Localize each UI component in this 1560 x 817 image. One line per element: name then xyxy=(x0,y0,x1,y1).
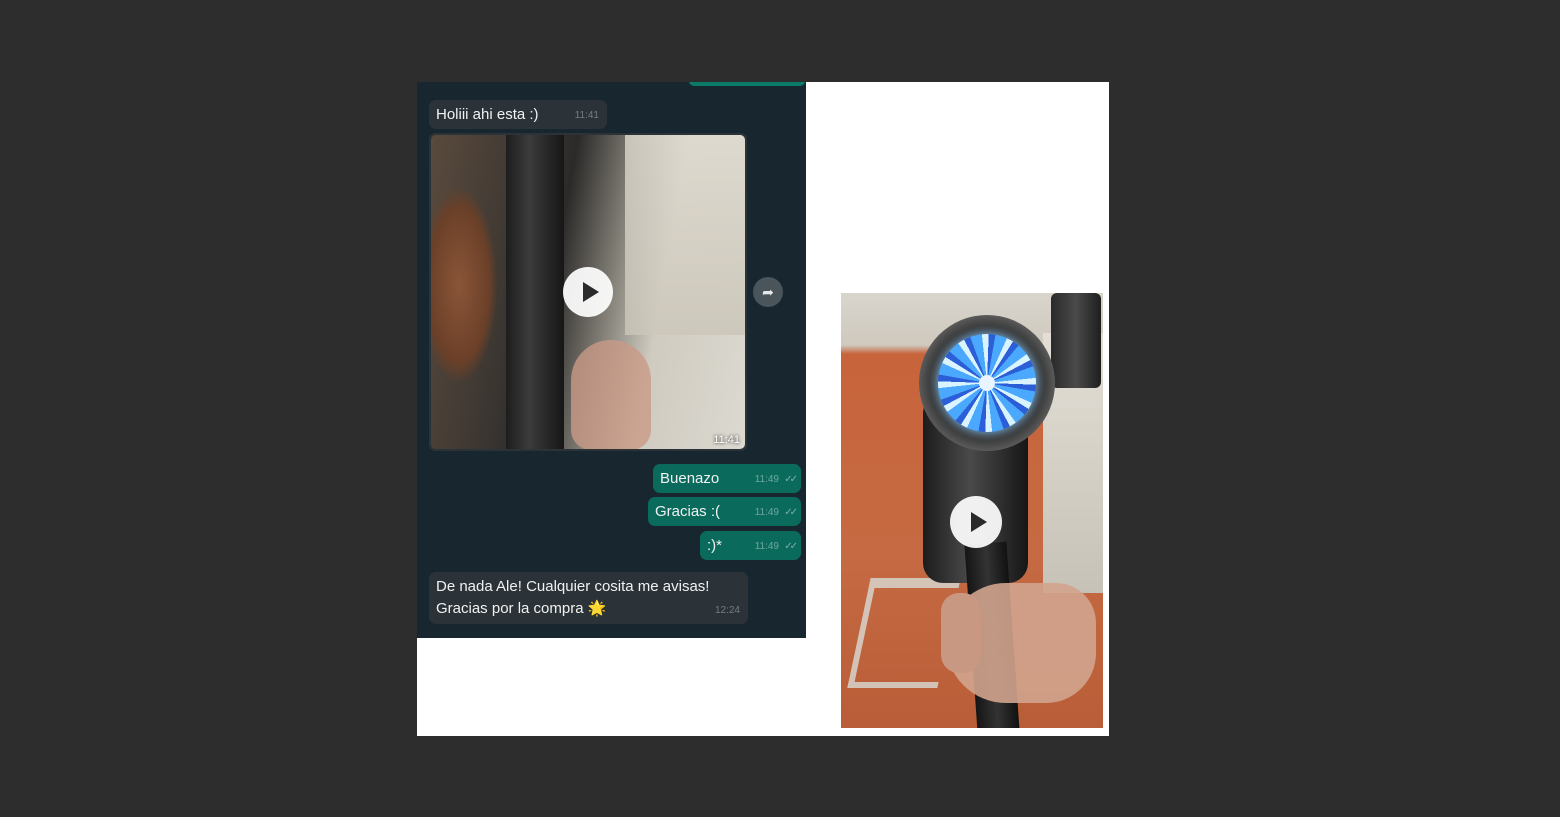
message-bubble-incoming[interactable]: Holiii ahi esta :) 11:41 xyxy=(429,100,607,129)
message-time: 12:24 xyxy=(714,605,740,616)
message-time: 11:49 xyxy=(754,474,779,485)
message-text: :)* xyxy=(707,537,722,554)
previous-outgoing-bubble xyxy=(689,82,805,86)
double-check-icon: ✓✓ xyxy=(784,507,798,518)
chat-screenshot: Holiii ahi esta :) 11:41 11:41 ➦ Buenazo… xyxy=(417,82,806,638)
video-message-bubble[interactable]: 11:41 xyxy=(429,133,747,451)
message-bubble-outgoing[interactable]: Gracias :( 11:49 ✓✓ xyxy=(648,497,801,526)
message-time: 11:41 xyxy=(574,110,599,121)
message-text: Gracias :( xyxy=(655,503,721,520)
video-time: 11:41 xyxy=(713,434,740,446)
message-text-line1: De nada Ale! Cualquier cosita me avisas! xyxy=(436,578,710,595)
fan-light xyxy=(938,334,1036,432)
product-video[interactable] xyxy=(841,293,1103,728)
message-time: 11:49 xyxy=(754,507,779,518)
message-text-line2: Gracias por la compra 🌟 xyxy=(436,600,607,617)
message-text: Buenazo xyxy=(660,470,720,487)
message-bubble-outgoing[interactable]: Buenazo 11:49 ✓✓ xyxy=(653,464,801,493)
forward-icon[interactable]: ➦ xyxy=(753,277,783,307)
double-check-icon: ✓✓ xyxy=(784,541,798,552)
screenshot-card: Holiii ahi esta :) 11:41 11:41 ➦ Buenazo… xyxy=(417,82,1109,736)
play-icon[interactable] xyxy=(563,267,613,317)
message-bubble-outgoing[interactable]: :)* 11:49 ✓✓ xyxy=(700,531,801,560)
hair-dryer-head xyxy=(919,315,1055,451)
play-icon[interactable] xyxy=(950,496,1002,548)
message-bubble-incoming[interactable]: De nada Ale! Cualquier cosita me avisas!… xyxy=(429,572,748,624)
video-thumbnail[interactable]: 11:41 xyxy=(431,135,745,449)
message-text: Holiii ahi esta :) xyxy=(436,106,539,123)
double-check-icon: ✓✓ xyxy=(784,474,798,485)
message-time: 11:49 xyxy=(754,541,779,552)
